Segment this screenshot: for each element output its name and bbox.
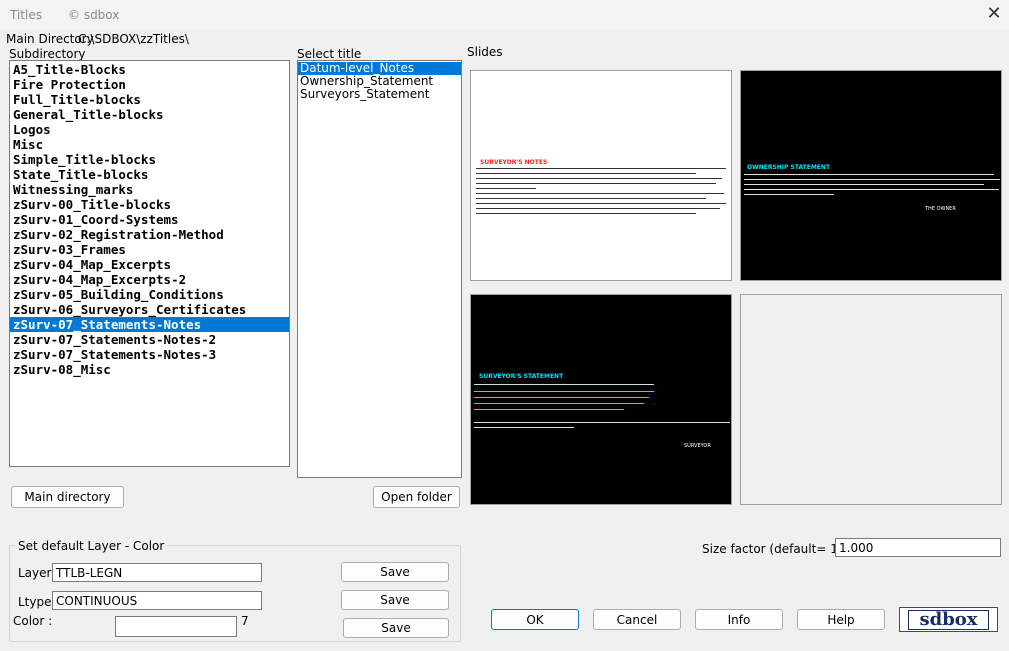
select-title-listbox[interactable]: Datum-level_Notes Ownership_Statement Surv… bbox=[297, 60, 462, 478]
slide1-text-line bbox=[476, 198, 706, 199]
window-copyright: © sdbox bbox=[68, 8, 120, 22]
slide2-text-line bbox=[744, 189, 999, 190]
size-factor-input[interactable] bbox=[835, 538, 1001, 557]
slide3-signature: SURVEYOR bbox=[684, 443, 711, 449]
close-icon[interactable]: ✕ bbox=[984, 4, 1004, 24]
layer-input[interactable] bbox=[52, 563, 262, 582]
subdirectory-item[interactable]: zSurv-08_Misc bbox=[10, 362, 289, 377]
slide1-text-line bbox=[476, 203, 726, 204]
slide2-text-line bbox=[744, 179, 1000, 180]
slide2-heading: OWNERSHIP STATEMENT bbox=[747, 164, 831, 171]
color-number: 7 bbox=[241, 614, 249, 628]
color-save-button[interactable]: Save bbox=[343, 618, 449, 638]
open-folder-button[interactable]: Open folder bbox=[373, 486, 460, 508]
subdirectory-item[interactable]: A5_Title-Blocks bbox=[10, 62, 289, 77]
slide3-text-line bbox=[474, 409, 624, 410]
subdirectory-item[interactable]: zSurv-06_Surveyors_Certificates bbox=[10, 302, 289, 317]
slide1-text-line bbox=[476, 178, 722, 179]
slide1-text-line bbox=[476, 193, 724, 194]
layer-color-group-title: Set default Layer - Color bbox=[15, 539, 168, 553]
main-directory-path: C:\SDBOX\zzTitles\ bbox=[78, 32, 189, 46]
layer-save-button[interactable]: Save bbox=[341, 562, 449, 582]
slide-preview-4[interactable] bbox=[740, 294, 1002, 505]
cancel-button[interactable]: Cancel bbox=[593, 609, 681, 630]
subdirectory-item[interactable]: zSurv-04_Map_Excerpts-2 bbox=[10, 272, 289, 287]
subdirectory-item[interactable]: State_Title-blocks bbox=[10, 167, 289, 182]
slide3-text-line bbox=[474, 391, 654, 392]
sdbox-logo: sdbox bbox=[899, 607, 998, 632]
slide-preview-1[interactable]: SURVEYOR'S NOTES bbox=[470, 70, 732, 281]
subdirectory-item[interactable]: zSurv-07_Statements-Notes-2 bbox=[10, 332, 289, 347]
subdirectory-item[interactable]: zSurv-02_Registration-Method bbox=[10, 227, 289, 242]
slide3-text-line bbox=[474, 403, 644, 404]
subdirectory-item[interactable]: Logos bbox=[10, 122, 289, 137]
logo-text: sdbox bbox=[908, 610, 989, 630]
slide2-text-line bbox=[744, 174, 994, 175]
slide3-text-line bbox=[474, 397, 649, 398]
subdirectory-item[interactable]: Misc bbox=[10, 137, 289, 152]
slide3-text-line bbox=[474, 422, 730, 423]
layer-label: Layer: bbox=[18, 566, 56, 580]
subdirectory-item[interactable]: Witnessing_marks bbox=[10, 182, 289, 197]
ltype-input[interactable] bbox=[52, 591, 262, 610]
slide1-text-line bbox=[476, 173, 696, 174]
window-title: Titles bbox=[10, 8, 42, 22]
subdirectory-item[interactable]: zSurv-01_Coord-Systems bbox=[10, 212, 289, 227]
subdirectory-item[interactable]: Simple_Title-blocks bbox=[10, 152, 289, 167]
slide1-text-line bbox=[476, 168, 726, 169]
subdirectory-item[interactable]: Fire Protection bbox=[10, 77, 289, 92]
slide3-text-line bbox=[474, 427, 574, 428]
subdirectory-item[interactable]: zSurv-04_Map_Excerpts bbox=[10, 257, 289, 272]
slide1-text-line bbox=[476, 188, 536, 189]
slides-label: Slides bbox=[467, 45, 503, 59]
slide1-heading: SURVEYOR'S NOTES bbox=[480, 159, 548, 166]
ltype-save-button[interactable]: Save bbox=[341, 590, 449, 610]
slide3-heading: SURVEYOR'S STATEMENT bbox=[479, 373, 564, 380]
subdirectory-item[interactable]: zSurv-05_Building_Conditions bbox=[10, 287, 289, 302]
subdirectory-item[interactable]: General_Title-blocks bbox=[10, 107, 289, 122]
subdirectory-item[interactable]: zSurv-03_Frames bbox=[10, 242, 289, 257]
select-title-label: Select title bbox=[297, 47, 362, 61]
slide1-text-line bbox=[476, 213, 696, 214]
title-bar bbox=[0, 0, 1009, 30]
slide-preview-2[interactable]: OWNERSHIP STATEMENT THE OWNER bbox=[740, 70, 1002, 281]
slide1-text-line bbox=[476, 208, 720, 209]
ltype-label: Ltype: bbox=[18, 595, 56, 609]
subdirectory-item[interactable]: zSurv-00_Title-blocks bbox=[10, 197, 289, 212]
color-label: Color : bbox=[13, 614, 53, 628]
title-list-item[interactable]: Surveyors_Statement bbox=[298, 88, 461, 101]
slide2-text-line bbox=[744, 184, 984, 185]
color-swatch-field[interactable] bbox=[115, 616, 237, 637]
main-directory-button[interactable]: Main directory bbox=[11, 486, 124, 508]
subdirectory-label: Subdirectory bbox=[9, 47, 86, 61]
slide3-text-line bbox=[474, 384, 654, 385]
subdirectory-item[interactable]: Full_Title-blocks bbox=[10, 92, 289, 107]
slide2-signature: THE OWNER bbox=[925, 206, 956, 212]
info-button[interactable]: Info bbox=[695, 609, 783, 630]
slide2-text-line bbox=[744, 194, 834, 195]
slide1-text-line bbox=[476, 183, 716, 184]
subdirectory-item[interactable]: zSurv-07_Statements-Notes bbox=[10, 317, 289, 332]
subdirectory-listbox[interactable]: A5_Title-Blocks Fire Protection Full_Title… bbox=[9, 60, 290, 467]
subdirectory-item[interactable]: zSurv-07_Statements-Notes-3 bbox=[10, 347, 289, 362]
slide-preview-3[interactable]: SURVEYOR'S STATEMENT SURVEYOR bbox=[470, 294, 732, 505]
help-button[interactable]: Help bbox=[797, 609, 885, 630]
ok-button[interactable]: OK bbox=[491, 609, 579, 630]
